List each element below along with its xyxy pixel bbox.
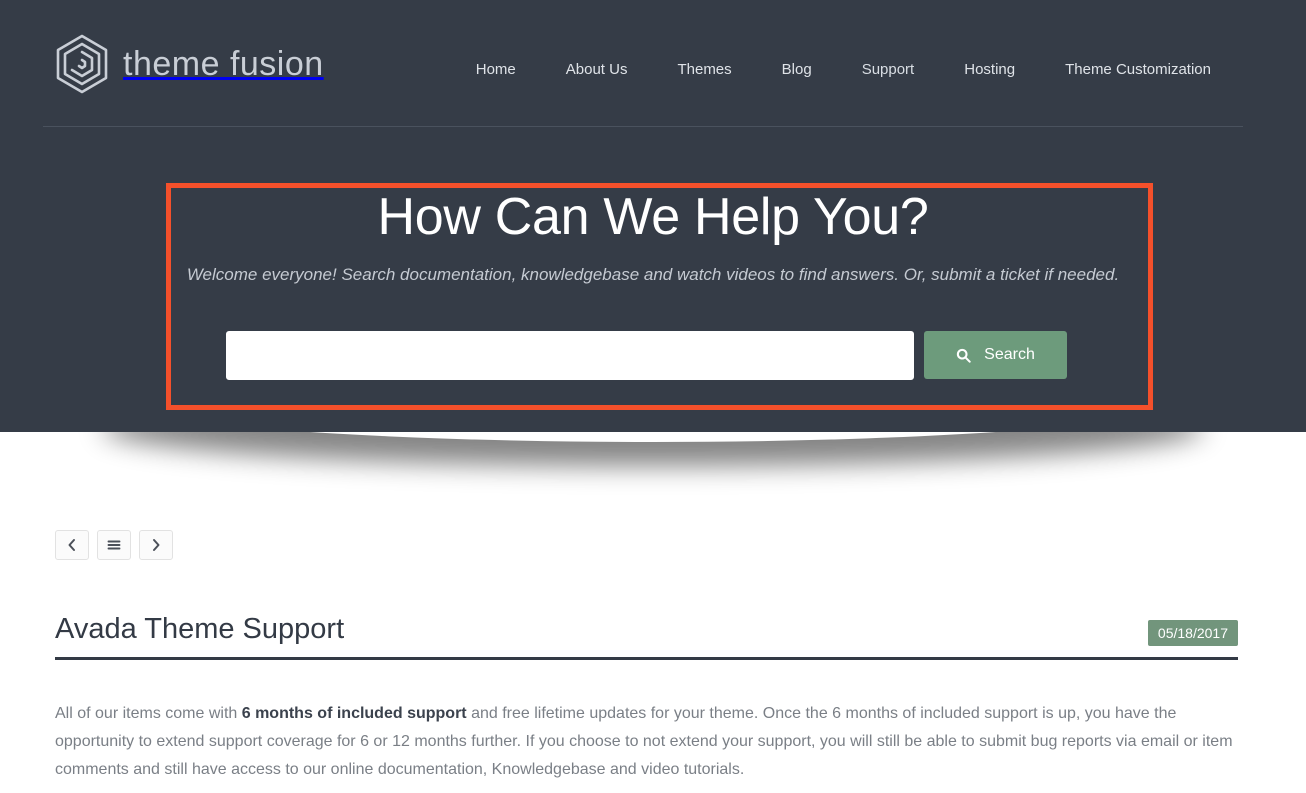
- nav-item-home[interactable]: Home: [451, 56, 541, 84]
- all-posts-button[interactable]: [97, 530, 131, 560]
- post-header: Avada Theme Support 05/18/2017: [55, 610, 1238, 658]
- nav-item-hosting[interactable]: Hosting: [939, 56, 1040, 84]
- nav-item-blog[interactable]: Blog: [757, 56, 837, 84]
- chevron-left-icon: [66, 538, 78, 552]
- search-input[interactable]: [226, 331, 914, 380]
- hero-section: theme fusion Home About Us Themes Blog S…: [0, 0, 1306, 432]
- page-root: theme fusion Home About Us Themes Blog S…: [0, 0, 1306, 793]
- post-title: Avada Theme Support: [55, 613, 345, 645]
- main-navigation: Home About Us Themes Blog Support Hostin…: [451, 56, 1236, 84]
- nav-item-themes[interactable]: Themes: [652, 56, 756, 84]
- post-body: All of our items come with 6 months of i…: [55, 700, 1239, 784]
- post-body-text-lead: All of our items come with: [55, 705, 242, 722]
- search-icon: [956, 348, 971, 363]
- search-button[interactable]: Search: [924, 331, 1067, 379]
- nav-item-about-us[interactable]: About Us: [541, 56, 653, 84]
- post-date-badge: 05/18/2017: [1147, 620, 1238, 646]
- main-content: Avada Theme Support 05/18/2017 All of ou…: [0, 432, 1306, 793]
- hero-content: How Can We Help You? Welcome everyone! S…: [0, 184, 1306, 288]
- hero-search-form: Search: [226, 331, 1067, 380]
- hexagon-spiral-logo-icon: [55, 34, 109, 94]
- post-pagination: [55, 530, 173, 560]
- nav-item-support[interactable]: Support: [837, 56, 940, 84]
- post-body-emphasis: 6 months of included support: [241, 705, 467, 722]
- next-post-button[interactable]: [139, 530, 173, 560]
- list-menu-icon: [107, 539, 121, 551]
- chevron-right-icon: [150, 538, 162, 552]
- hero-subtitle: Welcome everyone! Search documentation, …: [186, 265, 1120, 284]
- post-title-underline: [55, 657, 1238, 660]
- site-logo[interactable]: theme fusion: [55, 33, 324, 95]
- nav-item-theme-customization[interactable]: Theme Customization: [1040, 56, 1236, 84]
- hero-title: How Can We Help You?: [377, 188, 929, 246]
- previous-post-button[interactable]: [55, 530, 89, 560]
- header-divider: [43, 126, 1243, 127]
- site-header: theme fusion Home About Us Themes Blog S…: [0, 0, 1306, 127]
- logo-wordmark: theme fusion: [123, 44, 324, 83]
- search-button-label: Search: [984, 346, 1035, 363]
